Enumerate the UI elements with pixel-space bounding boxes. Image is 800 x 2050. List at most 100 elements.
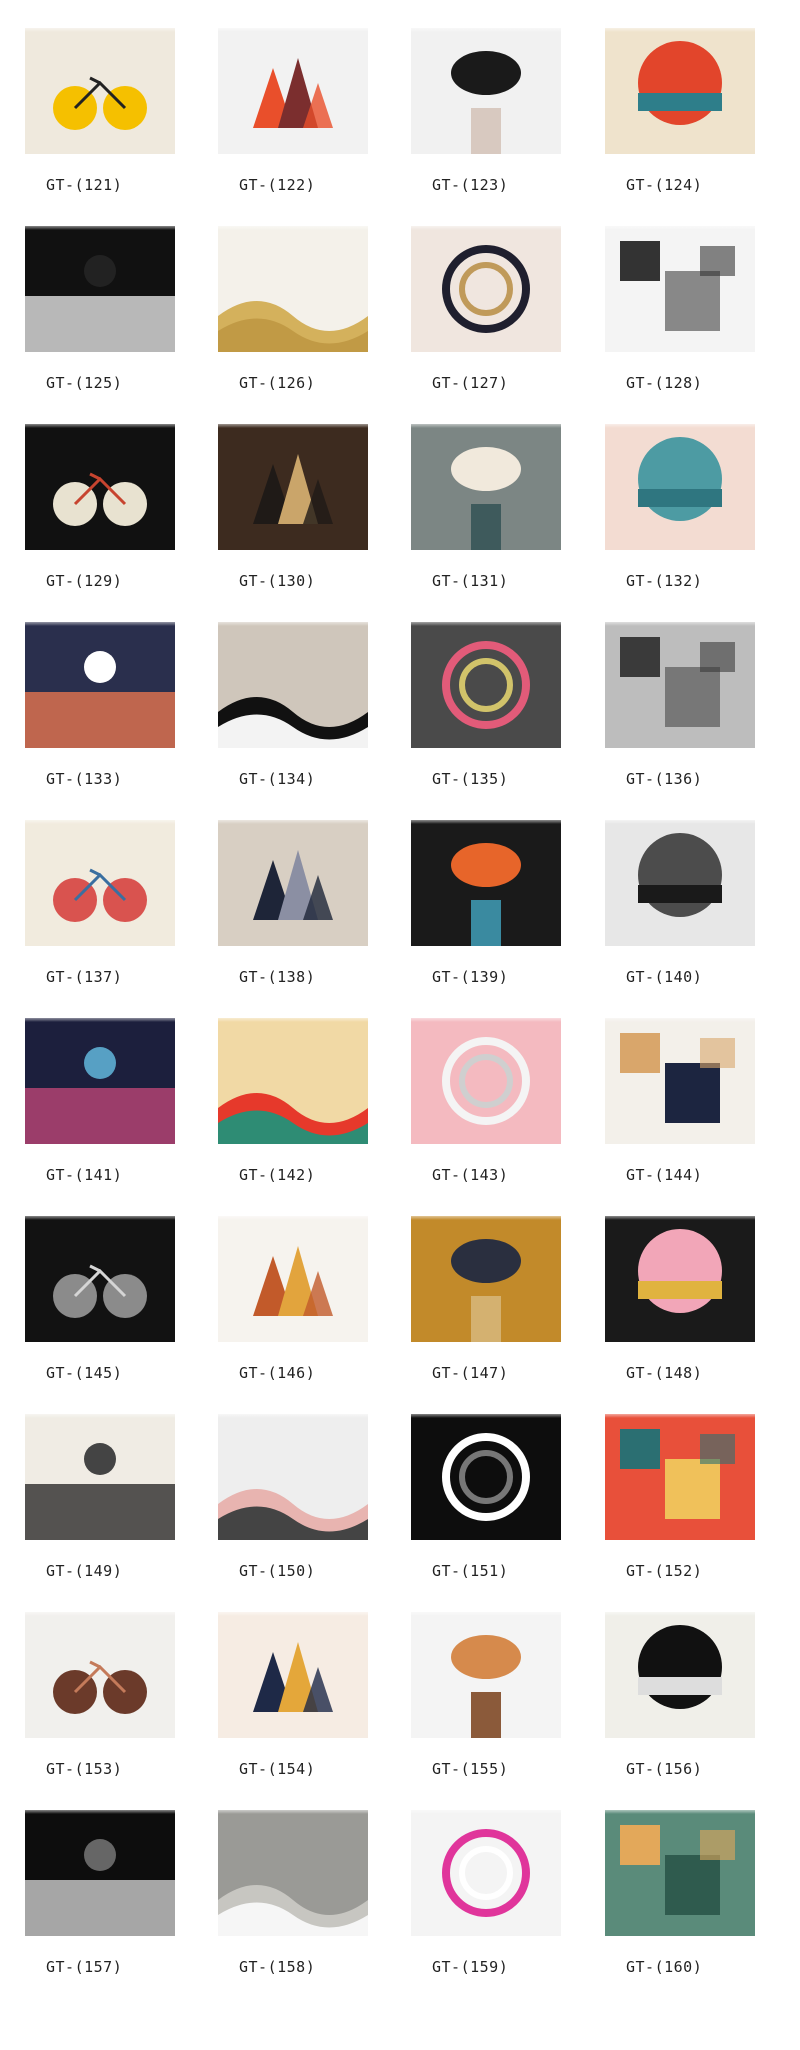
product-card[interactable]: GT-(135) <box>411 622 561 827</box>
product-code: GT-(132) <box>626 572 703 590</box>
product-card[interactable]: GT-(145) <box>25 1216 175 1421</box>
butterfly-face-icon[interactable] <box>411 28 561 154</box>
classical-officer-portrait-icon[interactable] <box>411 1216 561 1342</box>
dripping-lips-icon[interactable] <box>411 1810 561 1936</box>
product-card[interactable]: GT-(136) <box>605 622 755 827</box>
triangle-pattern-icon[interactable] <box>218 1414 368 1540</box>
mystic-hands-moon-icon[interactable] <box>605 1612 755 1738</box>
product-card[interactable]: GT-(156) <box>605 1612 755 1817</box>
concrete-texture-icon[interactable] <box>218 1810 368 1936</box>
product-code: GT-(136) <box>626 770 703 788</box>
product-card[interactable]: GT-(134) <box>218 622 368 827</box>
product-card[interactable]: GT-(149) <box>25 1414 175 1619</box>
bison-city-icon[interactable] <box>605 622 755 748</box>
product-card[interactable]: GT-(126) <box>218 226 368 431</box>
product-card[interactable]: GT-(147) <box>411 1216 561 1421</box>
bicycle-lemon-wheels-icon[interactable] <box>25 28 175 154</box>
product-code: GT-(140) <box>626 968 703 986</box>
product-card[interactable]: GT-(154) <box>218 1612 368 1817</box>
great-wave-circle-icon[interactable] <box>218 820 368 946</box>
night-landscape-icon[interactable] <box>25 1810 175 1936</box>
product-card[interactable]: GT-(133) <box>25 622 175 827</box>
product-card[interactable]: GT-(122) <box>218 28 368 233</box>
product-card[interactable]: GT-(131) <box>411 424 561 629</box>
vinyl-mountains-icon[interactable] <box>25 424 175 550</box>
product-card[interactable]: GT-(141) <box>25 1018 175 1223</box>
product-card[interactable]: GT-(143) <box>411 1018 561 1223</box>
product-card[interactable]: GT-(137) <box>25 820 175 1025</box>
product-code: GT-(123) <box>432 176 509 194</box>
product-card[interactable]: GT-(150) <box>218 1414 368 1619</box>
product-code: GT-(151) <box>432 1562 509 1580</box>
product-card[interactable]: GT-(158) <box>218 1810 368 2015</box>
product-code: GT-(147) <box>432 1364 509 1382</box>
tattooed-handshake-icon[interactable] <box>411 226 561 352</box>
plane-flowers-icon[interactable] <box>411 622 561 748</box>
product-card[interactable]: GT-(142) <box>218 1018 368 1223</box>
painted-strips-icon[interactable] <box>25 1612 175 1738</box>
product-code: GT-(141) <box>46 1166 123 1184</box>
product-card[interactable]: GT-(148) <box>605 1216 755 1421</box>
product-card[interactable]: GT-(139) <box>411 820 561 1025</box>
woman-flowers-circle-icon[interactable] <box>218 622 368 748</box>
dinosaur-skulls-icon[interactable] <box>605 226 755 352</box>
sunset-text-icon[interactable] <box>25 622 175 748</box>
product-card[interactable]: GT-(121) <box>25 28 175 233</box>
product-code: GT-(129) <box>46 572 123 590</box>
product-card[interactable]: GT-(138) <box>218 820 368 1025</box>
llama-pattern-icon[interactable] <box>218 1216 368 1342</box>
sun-green-mountains-icon[interactable] <box>218 1018 368 1144</box>
llama-unicorn-icon[interactable] <box>411 1018 561 1144</box>
product-card[interactable]: GT-(128) <box>605 226 755 431</box>
product-card[interactable]: GT-(125) <box>25 226 175 431</box>
concentric-rings-icon[interactable] <box>411 820 561 946</box>
ufo-get-in-loser-icon[interactable] <box>25 226 175 352</box>
product-card[interactable]: GT-(157) <box>25 1810 175 2015</box>
product-card[interactable]: GT-(153) <box>25 1612 175 1817</box>
product-code: GT-(137) <box>46 968 123 986</box>
product-card[interactable]: GT-(159) <box>411 1810 561 2015</box>
product-code: GT-(127) <box>432 374 509 392</box>
product-card[interactable]: GT-(123) <box>411 28 561 233</box>
product-card[interactable]: GT-(140) <box>605 820 755 1025</box>
product-code: GT-(130) <box>239 572 316 590</box>
product-code: GT-(158) <box>239 1958 316 1976</box>
product-card[interactable]: GT-(124) <box>605 28 755 233</box>
product-card[interactable]: GT-(152) <box>605 1414 755 1619</box>
painted-lady-icon[interactable] <box>605 1216 755 1342</box>
fawn-icon[interactable] <box>411 1612 561 1738</box>
lantern-castle-icon[interactable] <box>25 1018 175 1144</box>
diver-icon[interactable] <box>25 1414 175 1540</box>
product-card[interactable]: GT-(132) <box>605 424 755 629</box>
product-code: GT-(159) <box>432 1958 509 1976</box>
product-card[interactable]: GT-(146) <box>218 1216 368 1421</box>
golden-leaves-icon[interactable] <box>218 226 368 352</box>
rocket-sunset-icon[interactable] <box>605 28 755 154</box>
product-code: GT-(121) <box>46 176 123 194</box>
ocean-waves-icon[interactable] <box>605 424 755 550</box>
classical-portrait-icon[interactable] <box>218 424 368 550</box>
product-code: GT-(160) <box>626 1958 703 1976</box>
abstract-paint-icon[interactable] <box>218 1612 368 1738</box>
retro-waves-icon[interactable] <box>605 1414 755 1540</box>
geometric-mountains-sun-icon[interactable] <box>218 28 368 154</box>
whale-ship-clouds-icon[interactable] <box>411 424 561 550</box>
astronaut-space-icon[interactable] <box>411 1414 561 1540</box>
mandala-icon[interactable] <box>25 820 175 946</box>
product-code: GT-(142) <box>239 1166 316 1184</box>
product-card[interactable]: GT-(129) <box>25 424 175 629</box>
product-card[interactable]: GT-(144) <box>605 1018 755 1223</box>
peeking-cat-icon[interactable] <box>25 1216 175 1342</box>
product-code: GT-(149) <box>46 1562 123 1580</box>
product-code: GT-(143) <box>432 1166 509 1184</box>
product-code: GT-(126) <box>239 374 316 392</box>
product-card[interactable]: GT-(127) <box>411 226 561 431</box>
moon-waves-icon[interactable] <box>605 1018 755 1144</box>
product-code: GT-(154) <box>239 1760 316 1778</box>
product-card[interactable]: GT-(160) <box>605 1810 755 2015</box>
product-card[interactable]: GT-(155) <box>411 1612 561 1817</box>
product-card[interactable]: GT-(130) <box>218 424 368 629</box>
product-card[interactable]: GT-(151) <box>411 1414 561 1619</box>
misty-forest-icon[interactable] <box>605 820 755 946</box>
pug-pattern-icon[interactable] <box>605 1810 755 1936</box>
